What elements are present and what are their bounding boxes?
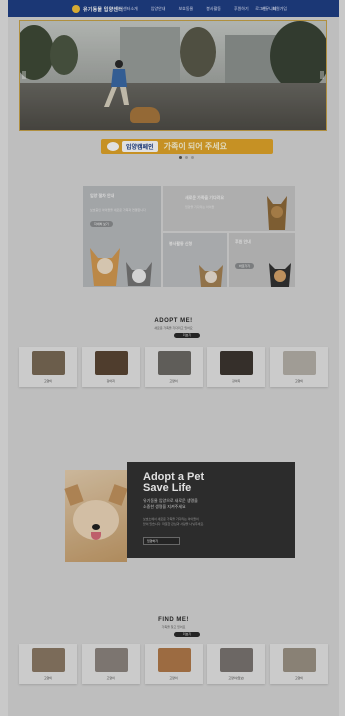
adopt-section-title: ADOPT ME! [154,318,193,324]
page: 유기동물 입양센터 센터소개 입양안내 보호동물 봉사활동 후원하기 커뮤니티 … [8,0,339,716]
pet-photo [94,351,128,375]
slider-dot[interactable] [179,156,182,159]
nav-item-animals[interactable]: 보호동물 [178,6,193,12]
pet-photo [157,351,191,375]
hero-prev-button[interactable] [22,71,26,79]
pet-name: 고양이 [169,379,178,383]
pet-photo [283,351,316,375]
hero-next-button[interactable] [320,71,324,79]
adopt-card[interactable]: 고양이 [270,347,328,387]
promo-title: Adopt a Pet Save Life [143,471,205,494]
nav-item-about[interactable]: 센터소개 [123,6,138,12]
signup-link[interactable]: 회원가입 [272,6,287,12]
feature-tile-adopt[interactable]: 입양 절차 안내 보호중인 아이들을 새로운 가족과 연결합니다 자세히 보기 [83,186,161,287]
person-figure [104,60,129,107]
find-card[interactable]: 고양이 [19,644,77,684]
adopt-card[interactable]: 강아지 [207,347,266,387]
promo-box: Adopt a Pet Save Life 유기동물 입양으로 새로운 생명을 … [127,462,295,558]
pet-name: 고양이(임보) [228,676,245,680]
find-section-subtitle: 가족을 찾고 있어요 [161,625,186,629]
pet-photo [220,351,254,375]
nav-item-adopt-guide[interactable]: 입양안내 [151,6,166,12]
pet-name: 고양이 [43,676,53,680]
pet-name: 고양이 [169,676,178,680]
adopt-more-button[interactable]: 더보기 [174,333,200,338]
cat-illustration [199,265,223,287]
pet-photo [32,351,65,375]
main-nav: 센터소개 입양안내 보호동물 봉사활동 후원하기 커뮤니티 [123,0,276,17]
pet-name: 고양이 [294,379,304,383]
find-card[interactable]: 고양이 [81,644,140,684]
banner-pill: 입양캠페인 [122,141,158,152]
feature-detail-button[interactable]: 자세히 보기 [90,221,113,227]
pet-photo [32,648,65,672]
pet-name: 고양이 [294,676,304,680]
dog-figure [130,107,160,123]
feature-tile-volunteer[interactable]: 봉사활동 신청 [163,233,227,287]
pet-photo [283,648,316,672]
pet-name: 강아지 [106,379,115,383]
hero-image [19,20,327,131]
cat-illustration [269,263,291,287]
find-more-button[interactable]: 더보기 [174,632,200,637]
pet-name: 강아지 [232,379,241,383]
pet-photo [157,648,191,672]
adopt-card[interactable]: 고양이 [19,347,77,387]
promo-dog-image [64,470,128,562]
pet-photo [220,648,254,672]
logo-icon [72,5,80,13]
find-section-title: FIND ME! [158,617,189,623]
nav-item-donate[interactable]: 후원하기 [234,6,249,12]
dog-illustration [267,196,287,230]
dog-cat-illustration [90,248,152,286]
campaign-banner[interactable]: 입양캠페인 가족이 되어 주세요 [101,139,273,154]
find-card[interactable]: 고양이(임보) [207,644,266,684]
adopt-card-list: 고양이 강아지 고양이 강아지 고양이 [19,347,328,387]
nav-item-volunteer[interactable]: 봉사활동 [206,6,221,12]
promo-description: 보호소에서 새로운 가족을 기다리는 아이들이 많이 있습니다. 따뜻한 관심과… [143,517,205,526]
find-card[interactable]: 고양이 [270,644,328,684]
find-card[interactable]: 고양이 [144,644,203,684]
find-card-list: 고양이 고양이 고양이 고양이(임보) 고양이 [19,644,328,684]
promo-subtitle: 유기동물 입양으로 새로운 생명을 소중한 생명을 지켜주세요 [143,498,198,509]
promo-adopt-button[interactable]: 입양하기 [143,537,180,545]
banner-message: 가족이 되어 주세요 [163,142,227,151]
pet-name: 고양이 [43,379,53,383]
adopt-section-subtitle: 새로운 가족을 기다리고 있어요 [154,326,193,330]
slider-dots [179,156,194,159]
util-links: 로그인 회원가입 [255,0,287,17]
donate-button[interactable]: 바로가기 [235,263,255,269]
adopt-card[interactable]: 고양이 [144,347,203,387]
slider-dot[interactable] [191,156,194,159]
feature-grid: 입양 절차 안내 보호중인 아이들을 새로운 가족과 연결합니다 자세히 보기 … [83,186,295,287]
site-logo[interactable]: 유기동물 입양센터 [72,4,123,14]
pet-name: 고양이 [106,676,115,680]
logo-text: 유기동물 입양센터 [83,6,123,13]
login-link[interactable]: 로그인 [255,6,266,12]
adopt-card[interactable]: 강아지 [81,347,140,387]
site-header: 유기동물 입양센터 센터소개 입양안내 보호동물 봉사활동 후원하기 커뮤니티 … [8,0,339,17]
feature-tile-family[interactable]: 새로운 가족을 기다려요 입양을 기다리는 아이들 [163,186,295,231]
slider-dot[interactable] [185,156,188,159]
paw-icon [107,142,119,151]
feature-tile-donate[interactable]: 후원 안내 바로가기 [229,233,295,287]
pet-photo [94,648,128,672]
